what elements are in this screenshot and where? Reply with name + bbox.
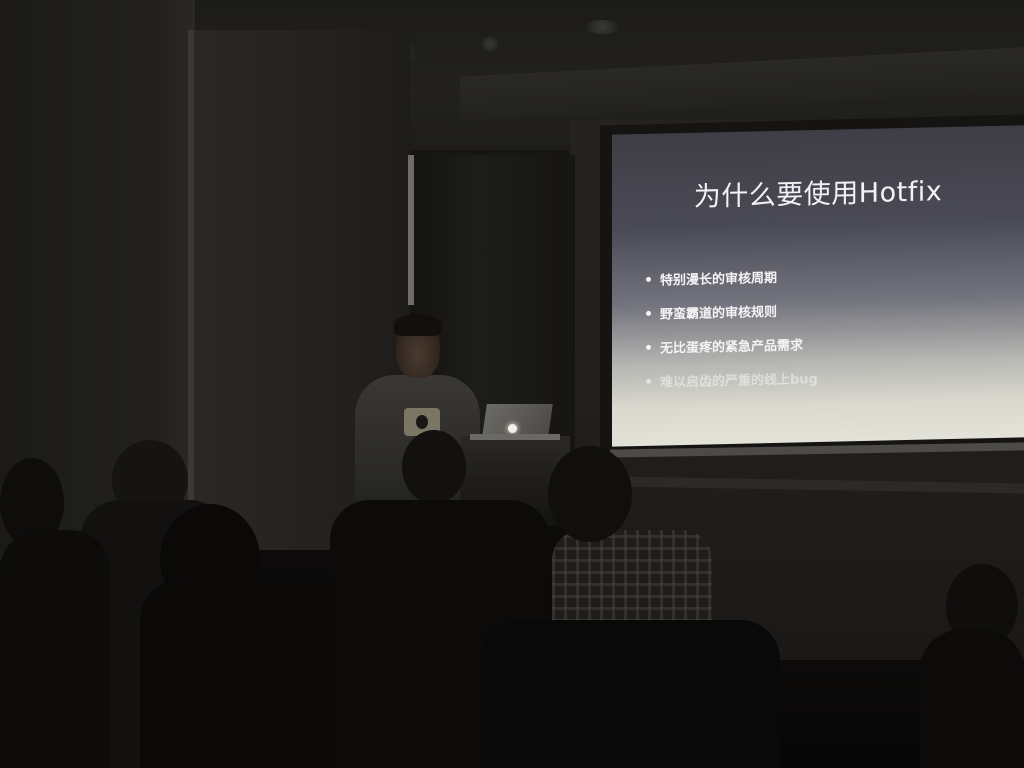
- audience-head: [548, 446, 632, 542]
- slide-bullet-list: 特别漫长的审核周期 野蛮霸道的审核规则 无比蛋疼的紧急产品需求 难以启齿的严重的…: [646, 258, 818, 398]
- laptop-logo-icon: [508, 424, 517, 433]
- presenter-hair: [394, 314, 442, 336]
- bullet-dot-icon: [646, 310, 651, 316]
- bullet-dot-icon: [646, 378, 651, 384]
- wall-edge: [188, 30, 194, 520]
- bullet-dot-icon: [646, 276, 651, 282]
- ceiling-light: [482, 36, 498, 52]
- slide-bullet-text: 难以启齿的严重的线上bug: [660, 371, 818, 391]
- slide-bullet-text: 无比蛋疼的紧急产品需求: [660, 337, 804, 357]
- slide-bullet: 特别漫长的审核周期: [646, 258, 818, 296]
- slide-bullet: 难以启齿的严重的线上bug: [646, 360, 818, 398]
- slide-bullet-text: 野蛮霸道的审核规则: [660, 304, 778, 323]
- slide-bullet: 野蛮霸道的审核规则: [646, 292, 818, 330]
- audience-body: [480, 620, 780, 768]
- slide-bullet-text: 特别漫长的审核周期: [660, 270, 778, 289]
- projection-screen: 为什么要使用Hotfix 特别漫长的审核周期 野蛮霸道的审核规则 无比蛋疼的紧急…: [612, 125, 1024, 447]
- bullet-dot-icon: [646, 344, 651, 350]
- podium-top: [470, 434, 560, 440]
- slide-title: 为什么要使用Hotfix: [693, 176, 943, 213]
- photo-scene: 为什么要使用Hotfix 特别漫长的审核周期 野蛮霸道的审核规则 无比蛋疼的紧急…: [0, 0, 1024, 768]
- audience-body: [920, 630, 1024, 768]
- slide-bullet: 无比蛋疼的紧急产品需求: [646, 326, 818, 364]
- door-light-strip: [408, 155, 414, 305]
- audience-head: [402, 430, 466, 504]
- ceiling-light: [584, 20, 620, 34]
- audience-body: [0, 530, 110, 768]
